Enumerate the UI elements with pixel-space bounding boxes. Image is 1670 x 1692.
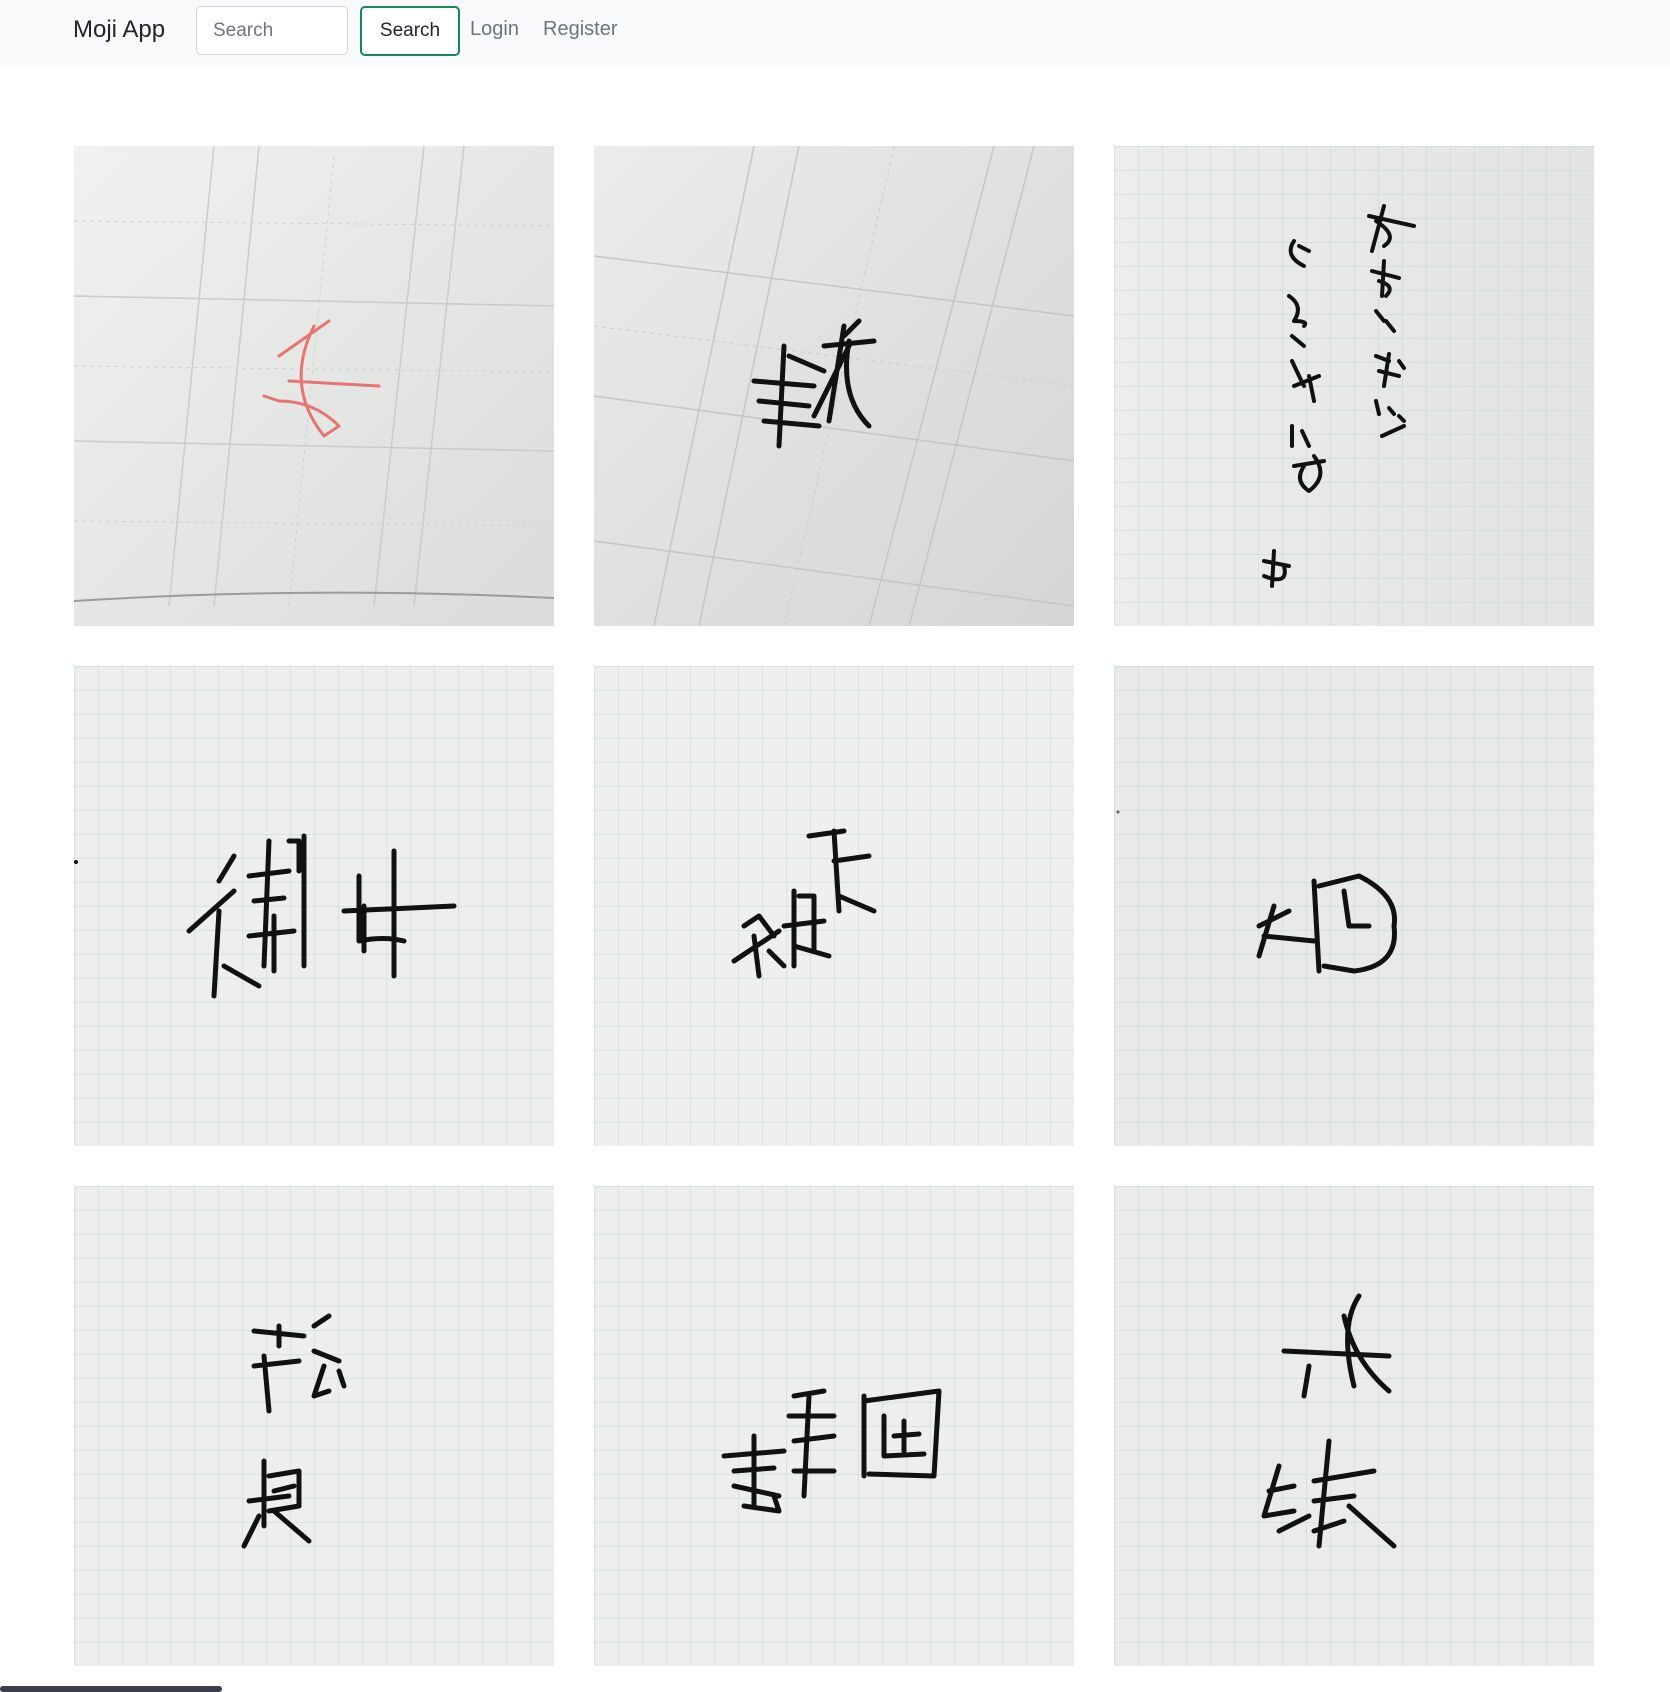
- gallery-image[interactable]: [594, 666, 1074, 1146]
- login-link[interactable]: Login: [470, 18, 519, 41]
- handwritten-sample-photo: [74, 1186, 554, 1666]
- navbar: Moji App Search Login Register: [0, 0, 1670, 65]
- handwritten-sample-photo: [594, 666, 1074, 1146]
- handwritten-sample-photo: [594, 146, 1074, 626]
- handwritten-sample-photo: [1114, 1186, 1594, 1666]
- gallery-image[interactable]: [74, 666, 554, 1146]
- gallery-image[interactable]: [1114, 666, 1594, 1146]
- brand-link[interactable]: Moji App: [73, 16, 165, 44]
- gallery-image[interactable]: [594, 146, 1074, 626]
- handwritten-sample-photo: [594, 1186, 1074, 1666]
- handwritten-sample-photo: [1114, 146, 1594, 626]
- handwritten-sample-photo: [1114, 666, 1594, 1146]
- register-link[interactable]: Register: [543, 18, 617, 41]
- search-button[interactable]: Search: [360, 6, 460, 56]
- gallery-image[interactable]: [1114, 146, 1594, 626]
- gallery-image[interactable]: [1114, 1186, 1594, 1666]
- handwritten-sample-photo: [74, 146, 554, 626]
- gallery-image[interactable]: [594, 1186, 1074, 1666]
- search-input[interactable]: [196, 6, 348, 55]
- gallery-image[interactable]: [74, 1186, 554, 1666]
- horizontal-scrollbar[interactable]: [0, 1686, 222, 1692]
- gallery-image[interactable]: [74, 146, 554, 626]
- handwritten-sample-photo: [74, 666, 554, 1146]
